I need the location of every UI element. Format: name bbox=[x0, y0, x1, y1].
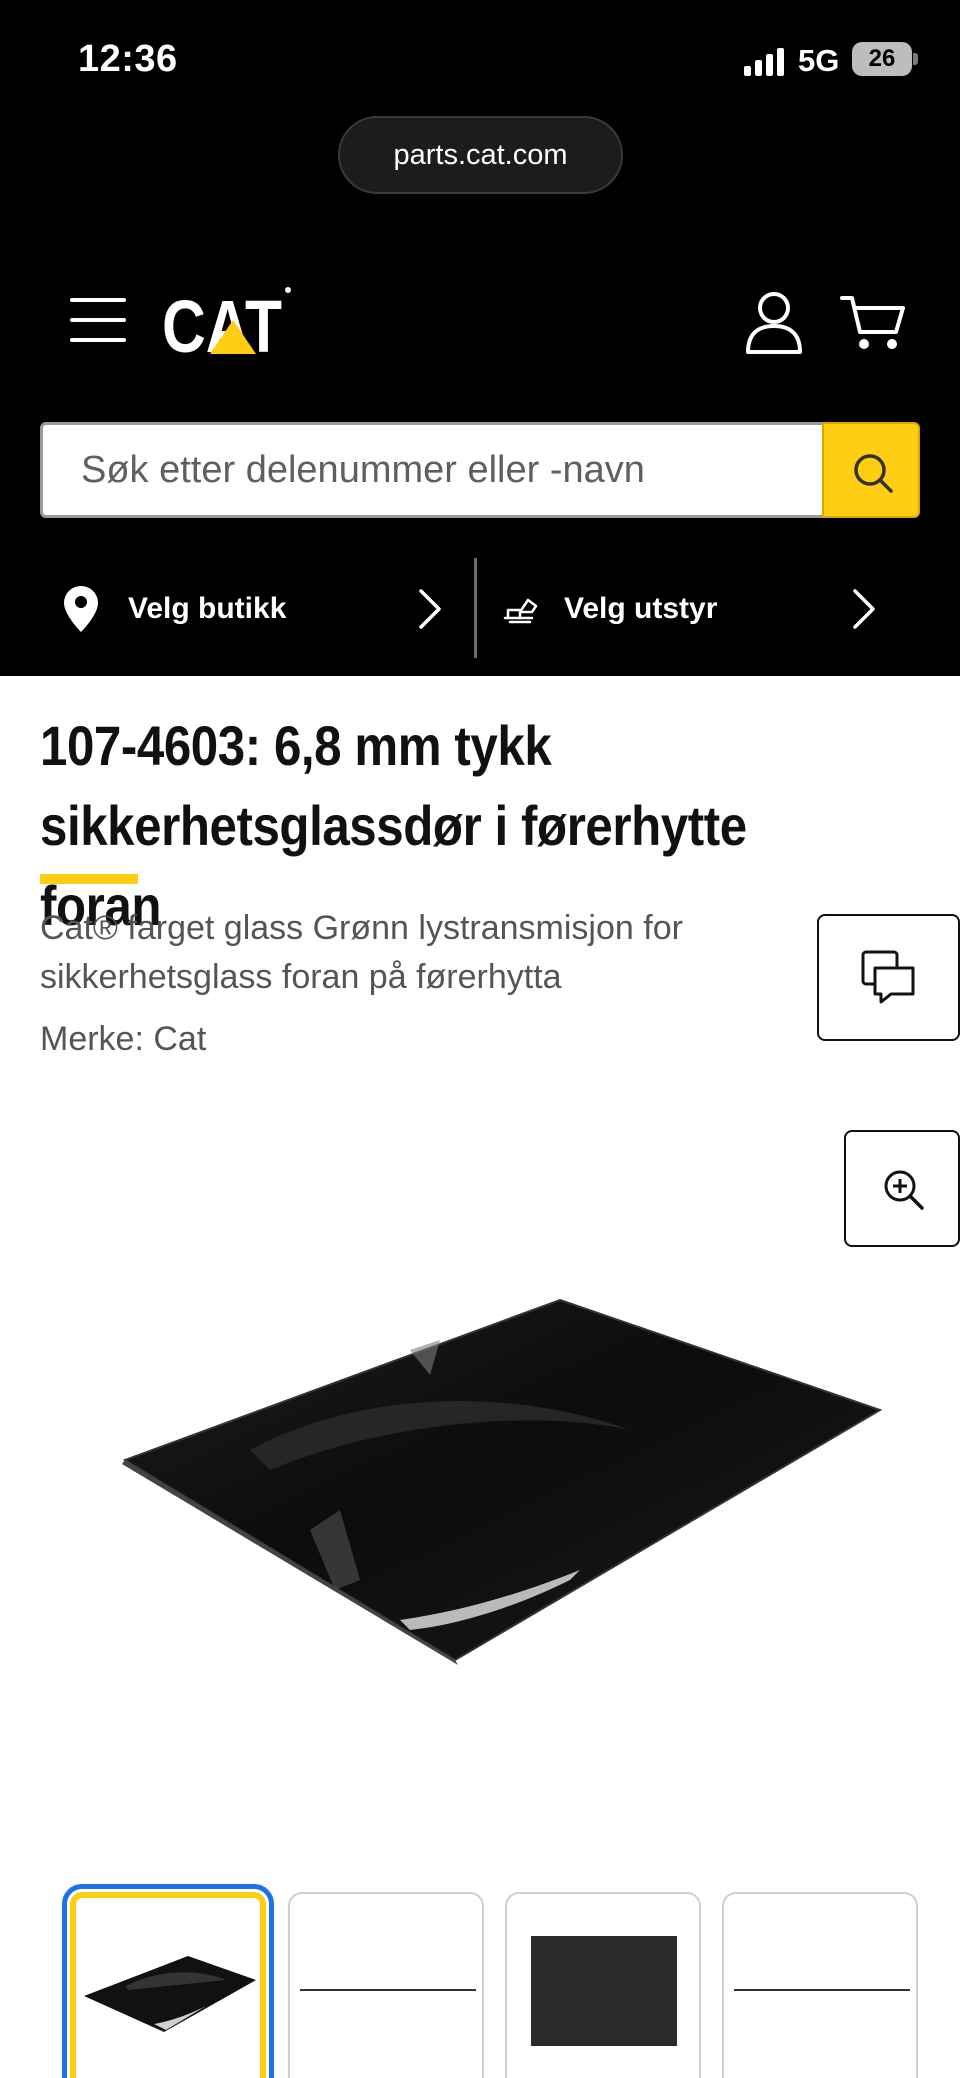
thumbnail-1[interactable] bbox=[62, 1884, 274, 2078]
selector-divider bbox=[474, 558, 477, 658]
equipment-selector[interactable]: Velg utstyr bbox=[478, 558, 920, 658]
zoom-in-icon bbox=[884, 1170, 924, 1210]
battery-level: 26 bbox=[868, 45, 896, 72]
menu-bar-middle bbox=[70, 318, 126, 322]
chevron-right-icon bbox=[419, 589, 441, 629]
location-pin-icon bbox=[64, 586, 98, 632]
thumbnail-4[interactable] bbox=[722, 1892, 918, 2078]
excavator-icon bbox=[503, 598, 538, 624]
equipment-selector-label: Velg utstyr bbox=[564, 592, 718, 625]
side-profile-thumbnail bbox=[300, 1989, 476, 1991]
share-icon bbox=[861, 950, 915, 1004]
thumbnail-2[interactable] bbox=[288, 1892, 484, 2078]
side-profile-thumbnail bbox=[734, 1989, 910, 1991]
status-bar: 12:36 5G 26 bbox=[0, 0, 960, 120]
cart-icon[interactable] bbox=[840, 292, 906, 352]
zoom-button[interactable] bbox=[844, 1130, 960, 1247]
front-panel-thumbnail bbox=[531, 1936, 677, 2046]
title-accent-bar bbox=[40, 874, 138, 884]
url-bar[interactable]: parts.cat.com bbox=[338, 116, 623, 194]
battery-tip bbox=[913, 53, 918, 65]
network-type: 5G bbox=[798, 43, 840, 78]
product-image bbox=[122, 1298, 883, 1665]
status-time: 12:36 bbox=[78, 38, 178, 80]
menu-bar-top bbox=[70, 298, 126, 302]
cat-logo[interactable]: CAT bbox=[162, 282, 294, 362]
menu-bar-bottom bbox=[70, 338, 126, 342]
signal-icon bbox=[744, 48, 784, 76]
battery-icon: 26 bbox=[852, 42, 912, 76]
share-button[interactable] bbox=[817, 914, 960, 1041]
store-selector-label: Velg butikk bbox=[128, 592, 287, 625]
hamburger-menu-button[interactable] bbox=[70, 296, 126, 344]
thumbnail-3[interactable] bbox=[505, 1892, 701, 2078]
glass-panel-thumbnail bbox=[84, 1956, 256, 2032]
store-selector[interactable]: Velg butikk bbox=[40, 558, 468, 658]
search-input[interactable] bbox=[40, 422, 822, 518]
chevron-right-icon bbox=[853, 589, 875, 629]
product-brand: Merke: Cat bbox=[40, 1020, 207, 1058]
product-description: Cat® farget glass Grønn lystransmisjon f… bbox=[40, 909, 683, 996]
search-button[interactable] bbox=[822, 422, 920, 518]
account-icon[interactable] bbox=[744, 290, 804, 354]
search-icon bbox=[854, 454, 893, 493]
search-bar bbox=[40, 422, 920, 518]
